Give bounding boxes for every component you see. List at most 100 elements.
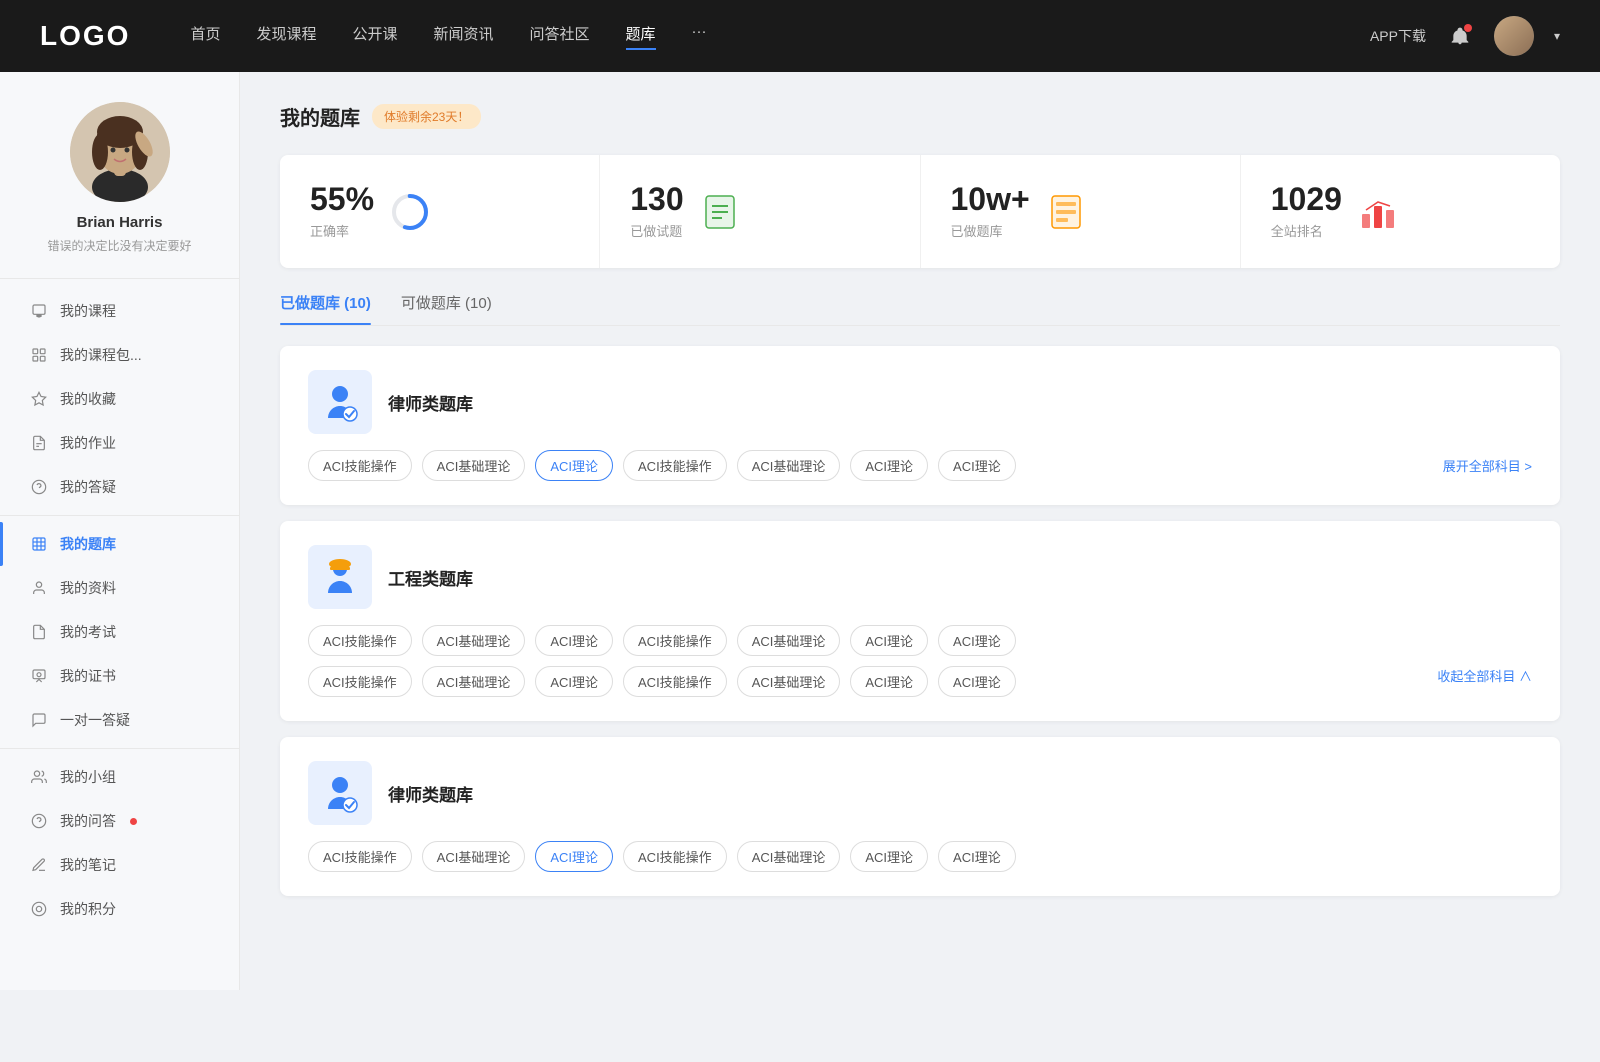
tag-1-3[interactable]: ACI技能操作 <box>623 625 727 656</box>
accuracy-icon <box>390 192 430 232</box>
bank-icon <box>30 535 48 553</box>
profile-avatar <box>70 102 170 202</box>
tag-2-0[interactable]: ACI技能操作 <box>308 841 412 872</box>
tag-1b-1[interactable]: ACI基础理论 <box>422 666 526 697</box>
tag-1-1[interactable]: ACI基础理论 <box>422 625 526 656</box>
stat-banks: 10w+ 已做题库 <box>921 155 1241 268</box>
exam-icon <box>30 623 48 641</box>
sidebar-item-courses[interactable]: 我的课程 <box>0 289 239 333</box>
tag-0-6[interactable]: ACI理论 <box>938 450 1016 481</box>
tag-0-1[interactable]: ACI基础理论 <box>422 450 526 481</box>
user-menu-chevron[interactable]: ▾ <box>1554 29 1560 43</box>
sidebar-item-qa[interactable]: 我的答疑 <box>0 465 239 509</box>
tag-2-4[interactable]: ACI基础理论 <box>737 841 841 872</box>
tag-1-0[interactable]: ACI技能操作 <box>308 625 412 656</box>
sidebar-label-profile: 我的资料 <box>60 578 116 598</box>
stat-banks-label: 已做题库 <box>951 221 1030 240</box>
bank-1-icon <box>308 545 372 609</box>
sidebar-item-questions[interactable]: 我的问答 <box>0 799 239 843</box>
stat-questions-label: 已做试题 <box>630 221 683 240</box>
tab-available[interactable]: 可做题库 (10) <box>401 292 492 325</box>
sidebar-item-bank[interactable]: 我的题库 <box>0 522 239 566</box>
bank-1-collapse[interactable]: 收起全部科目 ∧ <box>1437 666 1532 697</box>
tag-1b-3[interactable]: ACI技能操作 <box>623 666 727 697</box>
bank-0-tags: ACI技能操作 ACI基础理论 ACI理论 ACI技能操作 ACI基础理论 AC… <box>308 450 1532 481</box>
tag-1b-4[interactable]: ACI基础理论 <box>737 666 841 697</box>
sidebar-item-notes[interactable]: 我的笔记 <box>0 843 239 887</box>
nav-link-more[interactable]: ··· <box>692 23 707 50</box>
tag-1-5[interactable]: ACI理论 <box>850 625 928 656</box>
stat-accuracy-text: 55% 正确率 <box>310 183 374 240</box>
homework-icon <box>30 434 48 452</box>
user-avatar[interactable] <box>1494 16 1534 56</box>
sidebar-label-group: 我的小组 <box>60 767 116 787</box>
tag-2-3[interactable]: ACI技能操作 <box>623 841 727 872</box>
nav-link-bank[interactable]: 题库 <box>626 23 656 50</box>
notification-dot <box>1464 24 1472 32</box>
tag-1b-5[interactable]: ACI理论 <box>850 666 928 697</box>
tab-done[interactable]: 已做题库 (10) <box>280 292 371 325</box>
tag-1-4[interactable]: ACI基础理论 <box>737 625 841 656</box>
main-content: 我的题库 体验剩余23天！ 55% 正确率 <box>240 72 1600 990</box>
stat-questions-value: 130 <box>630 183 683 215</box>
sidebar-item-package[interactable]: 我的课程包... <box>0 333 239 377</box>
stat-banks-text: 10w+ 已做题库 <box>951 183 1030 240</box>
tag-1b-6[interactable]: ACI理论 <box>938 666 1016 697</box>
questions-badge <box>130 818 137 825</box>
sidebar-label-favorites: 我的收藏 <box>60 389 116 409</box>
tag-0-4[interactable]: ACI基础理论 <box>737 450 841 481</box>
nav-link-open[interactable]: 公开课 <box>352 23 397 50</box>
stat-questions-text: 130 已做试题 <box>630 183 683 240</box>
user-motto: 错误的决定比没有决定要好 <box>20 237 219 254</box>
stat-rank: 1029 全站排名 <box>1241 155 1560 268</box>
bank-card-0-header: 律师类题库 <box>308 370 1532 434</box>
sidebar-label-homework: 我的作业 <box>60 433 116 453</box>
sidebar-item-group[interactable]: 我的小组 <box>0 755 239 799</box>
stat-rank-text: 1029 全站排名 <box>1271 183 1342 240</box>
sidebar-label-cert: 我的证书 <box>60 666 116 686</box>
tag-1-6[interactable]: ACI理论 <box>938 625 1016 656</box>
app-download-button[interactable]: APP下载 <box>1370 26 1426 46</box>
stat-accuracy-label: 正确率 <box>310 221 374 240</box>
nav-link-home[interactable]: 首页 <box>190 23 220 50</box>
bank-card-2: 律师类题库 ACI技能操作 ACI基础理论 ACI理论 ACI技能操作 ACI基… <box>280 737 1560 896</box>
bank-0-name: 律师类题库 <box>388 390 473 415</box>
trial-badge: 体验剩余23天！ <box>372 104 481 129</box>
engineer-icon <box>318 555 362 599</box>
tag-1-2[interactable]: ACI理论 <box>535 625 613 656</box>
sidebar-label-bank: 我的题库 <box>60 534 116 554</box>
nav-link-qa[interactable]: 问答社区 <box>530 23 590 50</box>
sidebar-item-cert[interactable]: 我的证书 <box>0 654 239 698</box>
bank-1-tags: ACI技能操作 ACI基础理论 ACI理论 ACI技能操作 ACI基础理论 AC… <box>308 625 1532 656</box>
bank-0-expand[interactable]: 展开全部科目 > <box>1443 456 1532 475</box>
tag-0-0[interactable]: ACI技能操作 <box>308 450 412 481</box>
sidebar-divider-1 <box>0 515 239 516</box>
rank-icon <box>1358 192 1398 232</box>
sidebar-item-profile[interactable]: 我的资料 <box>0 566 239 610</box>
tag-2-6[interactable]: ACI理论 <box>938 841 1016 872</box>
nav-links: 首页 发现课程 公开课 新闻资讯 问答社区 题库 ··· <box>190 23 1370 50</box>
nav-link-discover[interactable]: 发现课程 <box>256 23 316 50</box>
page-wrap: Brian Harris 错误的决定比没有决定要好 我的课程 我的课程包... <box>0 72 1600 990</box>
sidebar-item-exam[interactable]: 我的考试 <box>0 610 239 654</box>
sidebar-item-favorites[interactable]: 我的收藏 <box>0 377 239 421</box>
sidebar-nav: 我的课程 我的课程包... 我的收藏 我的作业 <box>0 279 239 941</box>
sidebar-item-points[interactable]: 我的积分 <box>0 887 239 931</box>
nav-link-news[interactable]: 新闻资讯 <box>434 23 494 50</box>
tag-2-2[interactable]: ACI理论 <box>535 841 613 872</box>
tag-2-5[interactable]: ACI理论 <box>850 841 928 872</box>
tag-1b-0[interactable]: ACI技能操作 <box>308 666 412 697</box>
bank-card-0: 律师类题库 ACI技能操作 ACI基础理论 ACI理论 ACI技能操作 ACI基… <box>280 346 1560 505</box>
tag-0-2[interactable]: ACI理论 <box>535 450 613 481</box>
sidebar-item-homework[interactable]: 我的作业 <box>0 421 239 465</box>
sidebar-label-points: 我的积分 <box>60 899 116 919</box>
page-header: 我的题库 体验剩余23天！ <box>280 102 1560 131</box>
tag-0-3[interactable]: ACI技能操作 <box>623 450 727 481</box>
sidebar-item-one-on-one[interactable]: 一对一答疑 <box>0 698 239 742</box>
stat-banks-value: 10w+ <box>951 183 1030 215</box>
tag-1b-2[interactable]: ACI理论 <box>535 666 613 697</box>
stat-accuracy: 55% 正确率 <box>280 155 600 268</box>
tag-2-1[interactable]: ACI基础理论 <box>422 841 526 872</box>
tag-0-5[interactable]: ACI理论 <box>850 450 928 481</box>
notification-bell[interactable] <box>1446 22 1474 50</box>
